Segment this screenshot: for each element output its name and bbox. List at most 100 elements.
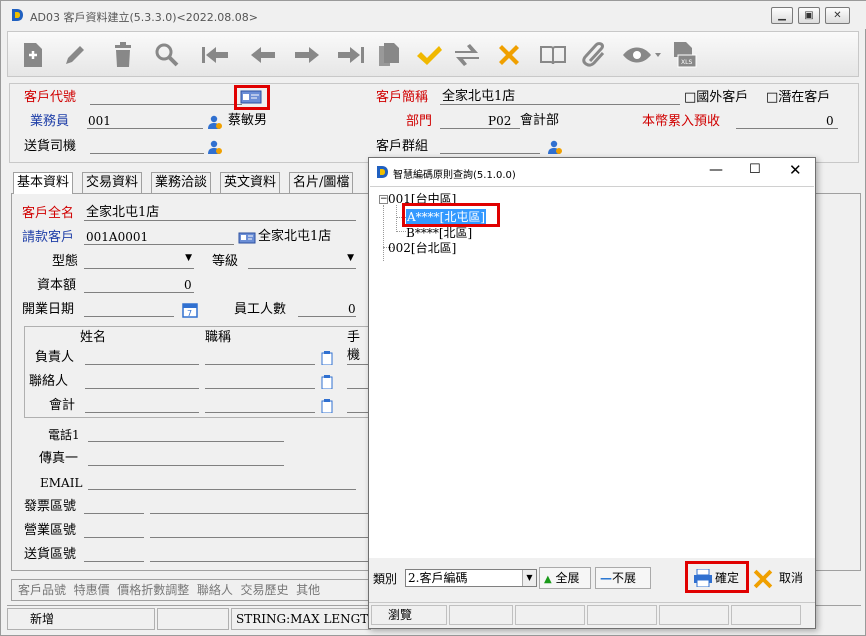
tab-sales-talk[interactable]: 業務洽談 xyxy=(151,172,212,194)
salesperson-lookup-button[interactable] xyxy=(208,115,222,129)
tree-line xyxy=(396,231,406,232)
prev-record-button[interactable] xyxy=(246,38,280,72)
foreign-customer-checkbox[interactable]: □國外客戶 xyxy=(684,89,748,107)
dialog-maximize-button[interactable]: ☐ xyxy=(749,162,761,177)
customer-group-input[interactable] xyxy=(440,138,540,154)
collapse-all-button[interactable]: —不展 xyxy=(595,567,651,589)
excel-export-button[interactable]: XLS xyxy=(668,38,702,72)
billing-card-button[interactable] xyxy=(238,232,256,244)
group-lookup-button[interactable] xyxy=(548,140,562,154)
copy-button[interactable] xyxy=(372,38,406,72)
book-icon xyxy=(540,46,566,65)
customer-code-input[interactable] xyxy=(90,89,242,105)
maximize-icon: ☐ xyxy=(749,162,761,177)
invoice-address-input[interactable] xyxy=(150,498,370,514)
cancel-button[interactable]: 取消 xyxy=(749,564,807,592)
open-date-input[interactable] xyxy=(84,301,174,317)
capital-value: 0 xyxy=(184,278,192,292)
expand-all-button[interactable]: ▲ 全展 xyxy=(539,567,591,589)
capital-input[interactable] xyxy=(84,277,194,293)
minus-icon: — xyxy=(600,571,612,585)
trash-icon xyxy=(115,42,131,67)
contact-col-name: 姓名 xyxy=(80,330,107,345)
invoice-area-input[interactable] xyxy=(84,498,144,514)
attach-button[interactable] xyxy=(578,38,612,72)
driver-lookup-button[interactable] xyxy=(208,140,222,154)
last-record-button[interactable] xyxy=(334,38,368,72)
refresh-button[interactable] xyxy=(450,38,484,72)
accounting-mobile-input[interactable] xyxy=(347,397,369,413)
maximize-button[interactable]: ▣ xyxy=(798,7,820,24)
owner-title-input[interactable] xyxy=(205,349,315,365)
highlight-ok-button xyxy=(685,561,749,593)
first-record-button[interactable] xyxy=(198,38,232,72)
owner-clipboard-button[interactable] xyxy=(321,351,333,366)
check-icon xyxy=(417,46,442,65)
open-date-label: 開業日期 xyxy=(22,302,75,317)
new-button[interactable] xyxy=(16,38,50,72)
tree-node-taipei[interactable]: 002[台北區] xyxy=(388,239,456,256)
status-mode: 新增 xyxy=(7,608,155,630)
driver-input[interactable] xyxy=(90,138,204,154)
dialog-minimize-button[interactable]: — xyxy=(709,162,723,178)
grade-select[interactable]: ▼ xyxy=(248,253,356,269)
tab-transaction[interactable]: 交易資料 xyxy=(82,172,143,194)
x-icon xyxy=(499,45,519,65)
book-button[interactable] xyxy=(536,38,570,72)
business-area-input[interactable] xyxy=(84,522,144,538)
prepay-input[interactable] xyxy=(736,113,838,129)
category-label: 類別 xyxy=(373,572,398,586)
svg-text:7: 7 xyxy=(187,309,192,318)
svg-text:XLS: XLS xyxy=(681,59,692,66)
copy-icon xyxy=(379,43,399,66)
confirm-button[interactable] xyxy=(412,38,446,72)
dialog-title: 智慧編碼原則查詢(5.1.0.0) xyxy=(393,170,516,181)
delivery-address-input[interactable] xyxy=(150,546,370,562)
dialog-status-cell xyxy=(449,605,513,625)
browse-status: 瀏覽 xyxy=(371,605,447,625)
delivery-area-input[interactable] xyxy=(84,546,144,562)
arrow-left-icon xyxy=(251,47,275,63)
salesperson-name: 蔡敏男 xyxy=(228,113,268,128)
department-name: 會計部 xyxy=(520,113,560,128)
contact-row-contact-label: 聯絡人 xyxy=(29,374,69,389)
delivery-area-label: 送貨區號 xyxy=(24,547,77,562)
accounting-title-input[interactable] xyxy=(205,397,315,413)
delete-button[interactable] xyxy=(106,38,140,72)
tab-card-image[interactable]: 名片/圖檔 xyxy=(289,172,354,194)
category-select[interactable]: 2.客戶編碼 ▼ xyxy=(405,569,537,587)
business-address-input[interactable] xyxy=(150,522,370,538)
tab-basic[interactable]: 基本資料 xyxy=(13,172,74,194)
next-record-button[interactable] xyxy=(290,38,324,72)
accounting-name-input[interactable] xyxy=(85,397,199,413)
owner-name-input[interactable] xyxy=(85,349,199,365)
toolbar: XLS xyxy=(7,31,859,77)
dialog-close-button[interactable]: ✕ xyxy=(789,161,802,179)
close-button[interactable]: ✕ xyxy=(825,7,850,24)
code-tree: − 001[台中區] A****[北屯區] B****[北區] 002[台北區] xyxy=(370,186,814,583)
collapse-toggle-icon[interactable]: − xyxy=(379,195,388,204)
phone-label: 電話1 xyxy=(48,428,80,442)
accounting-clipboard-button[interactable] xyxy=(321,399,333,414)
minimize-button[interactable]: ▁ xyxy=(771,7,793,24)
type-select[interactable]: ▼ xyxy=(84,253,194,269)
contact-mobile-input[interactable] xyxy=(347,373,369,389)
tab-english[interactable]: 英文資料 xyxy=(220,172,281,194)
type-label: 型態 xyxy=(52,254,79,269)
email-input[interactable] xyxy=(88,474,356,490)
fax-input[interactable] xyxy=(88,450,284,466)
owner-mobile-input[interactable] xyxy=(347,349,369,365)
edit-button[interactable] xyxy=(58,38,92,72)
view-button[interactable] xyxy=(618,38,666,72)
x-icon xyxy=(753,569,773,589)
person-icon xyxy=(208,140,222,154)
phone-input[interactable] xyxy=(88,426,284,442)
contact-name-input[interactable] xyxy=(85,373,199,389)
date-picker-button[interactable]: 7 xyxy=(182,302,198,318)
search-button[interactable] xyxy=(150,38,184,72)
contact-title-input[interactable] xyxy=(205,373,315,389)
potential-customer-checkbox[interactable]: □潛在客戶 xyxy=(766,89,830,107)
detail-tabs[interactable]: 客戶品號 特惠價 價格折數調整 聯絡人 交易歷史 其他 xyxy=(11,579,371,601)
cancel-toolbar-button[interactable] xyxy=(492,38,526,72)
contact-clipboard-button[interactable] xyxy=(321,375,333,390)
